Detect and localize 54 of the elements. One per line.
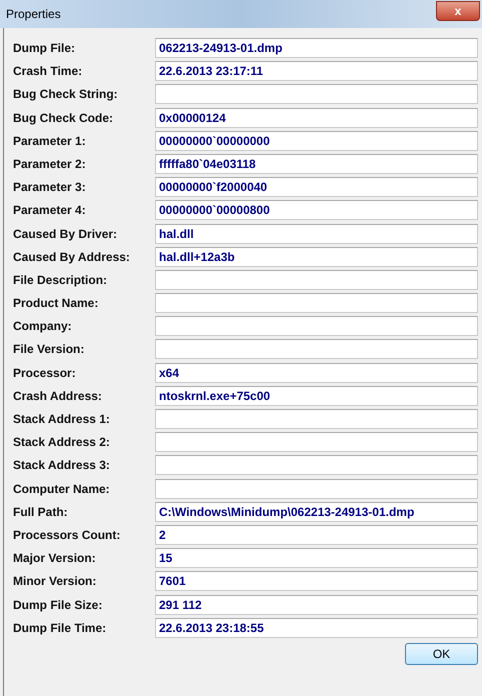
ok-button[interactable]: OK bbox=[405, 642, 478, 665]
text-field[interactable]: 22.6.2013 23:17:11 bbox=[155, 61, 478, 82]
field-label: Crash Time: bbox=[13, 63, 84, 80]
field-label: Processors Count: bbox=[13, 526, 122, 544]
text-field[interactable]: hal.dll+12a3b bbox=[155, 246, 478, 267]
field-label: Processor: bbox=[13, 364, 77, 382]
text-field[interactable]: fffffa80`04e03118 bbox=[155, 154, 478, 174]
text-field[interactable]: 7601 bbox=[155, 571, 478, 592]
text-field[interactable]: x64 bbox=[155, 362, 478, 383]
text-field[interactable]: 00000000`00000000 bbox=[155, 130, 478, 151]
text-field[interactable]: 00000000`00000800 bbox=[155, 200, 478, 220]
field-label: Parameter 4: bbox=[13, 202, 87, 220]
field-label: Bug Check String: bbox=[13, 86, 119, 104]
text-field[interactable]: hal.dll bbox=[155, 224, 478, 244]
field-label: Minor Version: bbox=[13, 573, 98, 590]
field-label: Stack Address 1: bbox=[13, 411, 111, 428]
text-field[interactable] bbox=[155, 316, 478, 336]
text-field[interactable] bbox=[155, 84, 478, 104]
text-field[interactable]: 00000000`f2000040 bbox=[155, 177, 478, 198]
field-label: Dump File Size: bbox=[13, 596, 104, 614]
field-label: File Version: bbox=[13, 341, 86, 358]
text-field[interactable]: 062213-24913-01.dmp bbox=[155, 38, 478, 58]
text-field[interactable]: C:\Windows\Minidump\062213-24913-01.dmp bbox=[155, 502, 478, 522]
field-label: Crash Address: bbox=[13, 388, 103, 405]
text-field[interactable] bbox=[155, 478, 478, 499]
text-field[interactable]: 22.6.2013 23:18:55 bbox=[155, 618, 478, 638]
field-label: Caused By Driver: bbox=[13, 226, 118, 242]
field-label: Stack Address 2: bbox=[13, 434, 111, 452]
field-label: Caused By Address: bbox=[13, 248, 131, 266]
field-label: Parameter 3: bbox=[13, 179, 87, 196]
field-label: Parameter 2: bbox=[13, 156, 87, 173]
field-label: Stack Address 3: bbox=[13, 457, 111, 474]
text-field[interactable]: ntoskrnl.exe+75c00 bbox=[155, 386, 478, 406]
window-title: Properties bbox=[6, 6, 61, 23]
field-label: Major Version: bbox=[13, 550, 97, 568]
field-label: Full Path: bbox=[13, 504, 69, 521]
text-field[interactable] bbox=[155, 455, 478, 476]
field-label: Dump File Time: bbox=[13, 620, 108, 637]
field-label: Computer Name: bbox=[13, 480, 111, 498]
field-label: Company: bbox=[13, 318, 73, 336]
text-field[interactable] bbox=[155, 409, 478, 429]
field-label: Product Name: bbox=[13, 295, 100, 312]
text-field[interactable] bbox=[155, 432, 478, 452]
field-label: File Description: bbox=[13, 272, 108, 289]
field-label: Dump File: bbox=[13, 40, 76, 57]
text-field[interactable]: 15 bbox=[155, 548, 478, 568]
text-field[interactable]: 291 112 bbox=[155, 594, 478, 614]
text-field[interactable]: 0x00000124 bbox=[155, 108, 478, 128]
text-field[interactable] bbox=[155, 270, 478, 290]
text-field[interactable]: 2 bbox=[155, 524, 478, 545]
field-label: Parameter 1: bbox=[13, 132, 87, 150]
text-field[interactable] bbox=[155, 339, 478, 360]
field-label: Bug Check Code: bbox=[13, 110, 114, 127]
text-field[interactable] bbox=[155, 293, 478, 314]
